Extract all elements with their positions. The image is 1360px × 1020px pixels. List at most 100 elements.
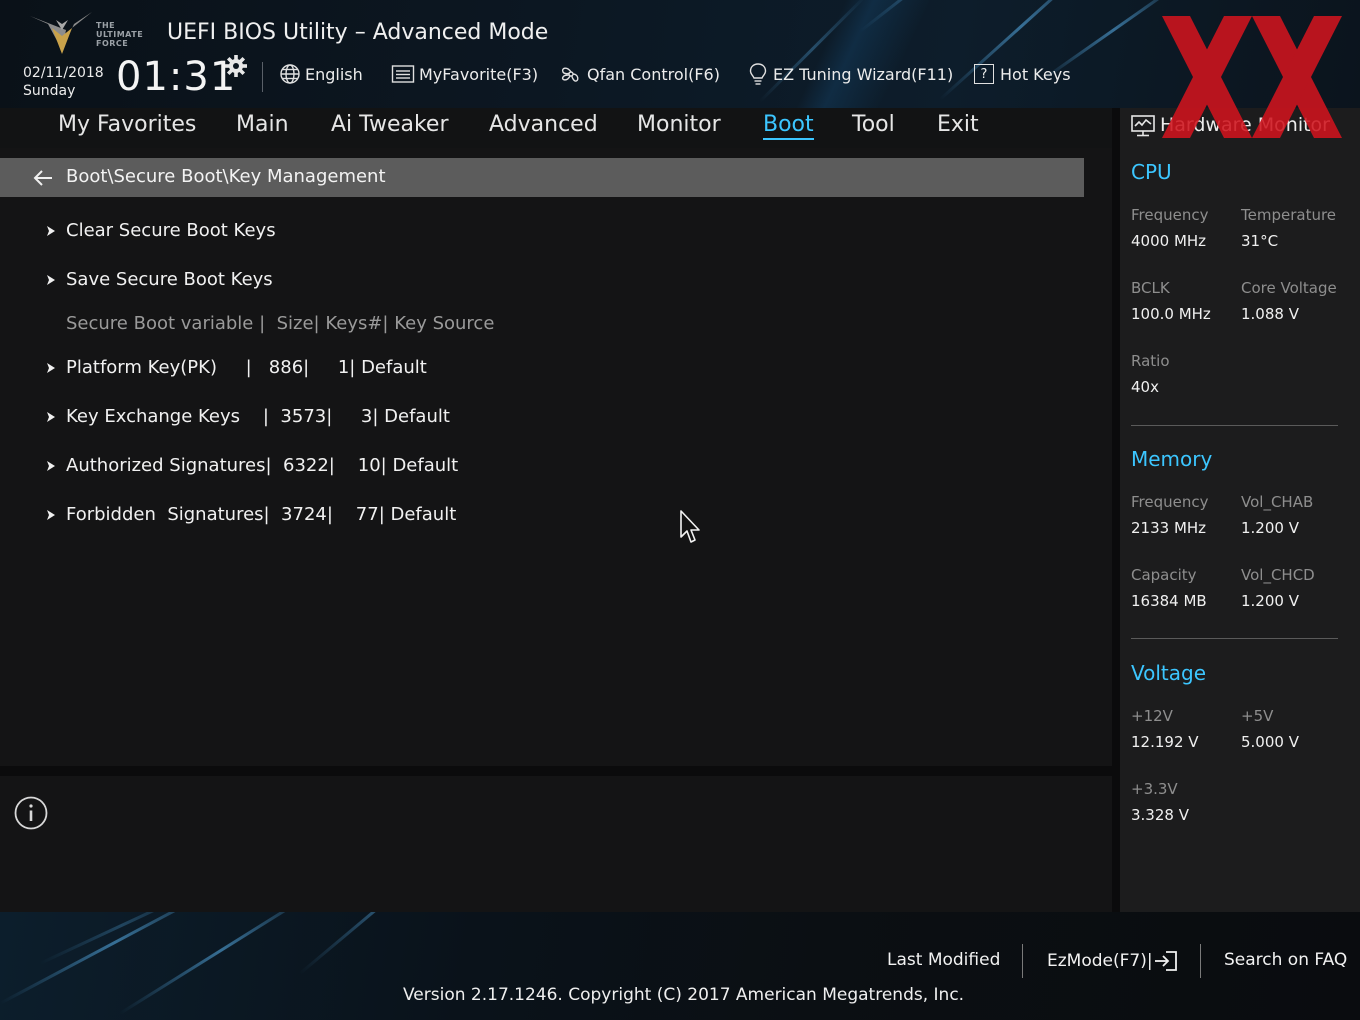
vol-chcd-value: 1.200 V xyxy=(1241,592,1299,610)
list-item-label: Authorized Signatures| 6322| 10| Default xyxy=(66,455,459,476)
globe-icon xyxy=(280,64,300,84)
v33-label: +3.3V xyxy=(1131,780,1178,798)
ezmode-button[interactable]: EzMode(F7)| xyxy=(1047,950,1179,972)
ez-tuning-wizard-label: EZ Tuning Wizard(F11) xyxy=(773,64,954,84)
hot-keys-button[interactable]: ? Hot Keys xyxy=(974,62,1071,86)
tab-monitor[interactable]: Monitor xyxy=(637,112,721,137)
bclk-value: 100.0 MHz xyxy=(1131,305,1211,323)
list-item-label: Save Secure Boot Keys xyxy=(66,269,273,290)
my-favorite-label: MyFavorite(F3) xyxy=(419,64,539,84)
v5-value: 5.000 V xyxy=(1241,733,1299,751)
day-text: Sunday xyxy=(23,83,76,99)
memory-section-title: Memory xyxy=(1131,447,1213,471)
ezmode-label: EzMode(F7)| xyxy=(1047,951,1153,971)
vol-chab-value: 1.200 V xyxy=(1241,519,1299,537)
core-voltage-label: Core Voltage xyxy=(1241,279,1337,297)
cpu-section-title: CPU xyxy=(1131,160,1172,184)
authorized-signatures-item[interactable]: Authorized Signatures| 6322| 10| Default xyxy=(0,453,900,483)
vol-chab-label: Vol_CHAB xyxy=(1241,493,1314,511)
capacity-label: Capacity xyxy=(1131,566,1197,584)
v12-label: +12V xyxy=(1131,707,1173,725)
cpu-frequency-label: Frequency xyxy=(1131,206,1209,224)
gear-icon[interactable] xyxy=(224,54,248,78)
clock-display[interactable]: 01:31 xyxy=(116,54,236,100)
forbidden-signatures-item[interactable]: Forbidden Signatures| 3724| 77| Default xyxy=(0,502,900,532)
clear-secure-boot-keys-item[interactable]: Clear Secure Boot Keys xyxy=(0,218,900,248)
fan-icon xyxy=(561,67,579,82)
footer-divider xyxy=(1200,944,1201,978)
breadcrumb: Boot\Secure Boot\Key Management xyxy=(66,166,386,187)
tab-advanced[interactable]: Advanced xyxy=(489,112,598,137)
cpu-frequency-value: 4000 MHz xyxy=(1131,232,1207,250)
info-icon xyxy=(14,796,48,830)
mouse-cursor-icon xyxy=(680,510,700,543)
language-button[interactable]: English xyxy=(279,62,363,86)
platform-key-item[interactable]: Platform Key(PK) | 886| 1| Default xyxy=(0,355,900,385)
core-voltage-value: 1.088 V xyxy=(1241,305,1299,323)
key-exchange-keys-item[interactable]: Key Exchange Keys | 3573| 3| Default xyxy=(0,404,900,434)
tab-exit[interactable]: Exit xyxy=(937,112,979,137)
monitor-icon xyxy=(1131,115,1155,137)
my-favorite-button[interactable]: MyFavorite(F3) xyxy=(391,62,538,86)
chevron-right-icon xyxy=(47,363,55,373)
key-table-header: Secure Boot variable | Size| Keys#| Key … xyxy=(66,313,495,334)
list-item-label: Platform Key(PK) | 886| 1| Default xyxy=(66,357,427,378)
voltage-section-title: Voltage xyxy=(1131,661,1207,685)
logo-wordmark: THE ULTIMATE FORCE xyxy=(96,21,144,48)
tab-tool[interactable]: Tool xyxy=(852,112,895,137)
hardware-monitor-header: Hardware Monitor xyxy=(1120,108,1360,146)
ratio-value: 40x xyxy=(1131,378,1159,396)
date-text: 02/11/2018 xyxy=(23,65,104,81)
date-display[interactable]: 02/11/2018 Sunday xyxy=(23,64,104,100)
app-title: UEFI BIOS Utility – Advanced Mode xyxy=(167,20,549,45)
light-streak xyxy=(758,0,868,103)
header-divider xyxy=(262,62,263,92)
help-panel xyxy=(0,776,1112,912)
chevron-right-icon xyxy=(47,275,55,285)
hot-keys-label: Hot Keys xyxy=(1000,64,1071,84)
v12-value: 12.192 V xyxy=(1131,733,1199,751)
list-item-label: Key Exchange Keys | 3573| 3| Default xyxy=(66,406,450,427)
search-on-faq-button[interactable]: Search on FAQ xyxy=(1224,950,1347,970)
lightbulb-icon xyxy=(749,63,767,85)
chevron-right-icon xyxy=(47,412,55,422)
qfan-control-label: Qfan Control(F6) xyxy=(587,64,720,84)
exit-icon xyxy=(1154,951,1177,971)
memory-frequency-value: 2133 MHz xyxy=(1131,519,1207,537)
arrow-left-icon[interactable] xyxy=(32,168,54,188)
section-divider xyxy=(1131,638,1338,639)
cpu-temperature-value: 31°C xyxy=(1241,232,1279,250)
last-modified-button[interactable]: Last Modified xyxy=(887,950,1000,970)
qfan-control-button[interactable]: Qfan Control(F6) xyxy=(559,62,720,86)
footer-divider xyxy=(1022,944,1023,978)
tab-boot[interactable]: Boot xyxy=(763,112,814,140)
hardware-monitor-panel: Hardware Monitor CPU Frequency Temperatu… xyxy=(1120,108,1360,912)
list-item-label: Forbidden Signatures| 3724| 77| Default xyxy=(66,504,457,525)
cpu-temperature-label: Temperature xyxy=(1241,206,1337,224)
help-box-icon: ? xyxy=(974,64,994,84)
light-streak xyxy=(119,912,325,1015)
section-divider xyxy=(1131,425,1338,426)
v33-value: 3.328 V xyxy=(1131,806,1189,824)
light-streak xyxy=(299,912,455,975)
chevron-right-icon xyxy=(47,510,55,520)
version-text: Version 2.17.1246. Copyright (C) 2017 Am… xyxy=(403,985,965,1005)
tab-main[interactable]: Main xyxy=(236,112,289,137)
bclk-label: BCLK xyxy=(1131,279,1170,297)
list-item-label: Clear Secure Boot Keys xyxy=(66,220,276,241)
tab-my-favorites[interactable]: My Favorites xyxy=(58,112,196,137)
language-label: English xyxy=(305,64,363,84)
tab-ai-tweaker[interactable]: Ai Tweaker xyxy=(331,112,449,137)
memory-frequency-label: Frequency xyxy=(1131,493,1209,511)
capacity-value: 16384 MB xyxy=(1131,592,1207,610)
chevron-right-icon xyxy=(47,226,55,236)
vol-chcd-label: Vol_CHCD xyxy=(1241,566,1315,584)
main-panel: Boot\Secure Boot\Key Management Clear Se… xyxy=(0,148,1112,766)
save-secure-boot-keys-item[interactable]: Save Secure Boot Keys xyxy=(0,267,900,297)
chevron-right-icon xyxy=(47,461,55,471)
list-icon xyxy=(391,65,415,83)
main-nav: My Favorites Main Ai Tweaker Advanced Mo… xyxy=(0,108,1112,148)
ez-tuning-wizard-button[interactable]: EZ Tuning Wizard(F11) xyxy=(747,62,953,86)
ratio-label: Ratio xyxy=(1131,352,1170,370)
breadcrumb-bar: Boot\Secure Boot\Key Management xyxy=(0,158,1084,197)
